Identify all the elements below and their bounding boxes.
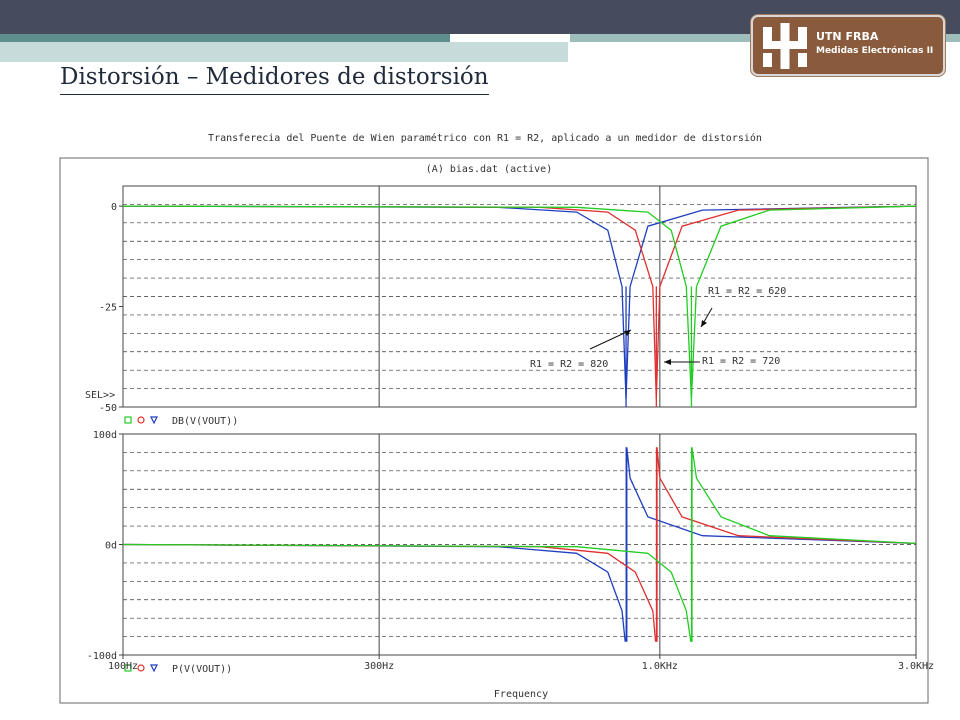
chart-subtitle: (A) bias.dat (active)	[426, 164, 552, 175]
x-tick-label: 1.0KHz	[642, 661, 678, 672]
y-tick-label: 100d	[93, 430, 117, 441]
legend-square-icon	[124, 416, 132, 424]
y-tick-label: 0	[111, 202, 117, 213]
x-tick-label: 100Hz	[108, 661, 138, 672]
legend-circle-icon	[137, 416, 145, 424]
arrow-head-icon	[664, 359, 671, 365]
x-tick-label: 3.0KHz	[898, 661, 934, 672]
sel-marker: SEL>>	[85, 390, 115, 401]
x-tick-label: 300Hz	[364, 661, 394, 672]
annotation-820: R1 = R2 = 820	[530, 359, 608, 370]
annotation-620: R1 = R2 = 620	[708, 286, 786, 297]
chart-title: Transferecia del Puente de Wien paramétr…	[208, 132, 762, 144]
legend-triangle-icon	[150, 664, 158, 673]
legend-label: DB(V(VOUT))	[172, 416, 238, 427]
chart-frame	[59, 157, 929, 704]
annotation-arrow	[589, 329, 632, 350]
annotation-720: R1 = R2 = 720	[702, 356, 780, 367]
wien-bridge-chart: Transferecia del Puente de Wien paramétr…	[59, 132, 934, 704]
legend-circle-icon	[137, 664, 145, 672]
x-axis-label: Frequency	[494, 689, 548, 700]
legend-triangle-icon	[150, 416, 158, 425]
y-tick-label: 0d	[105, 541, 117, 552]
y-tick-label: -50	[99, 403, 117, 414]
y-tick-label: -25	[99, 303, 117, 314]
legend-label: P(V(VOUT))	[172, 664, 232, 675]
